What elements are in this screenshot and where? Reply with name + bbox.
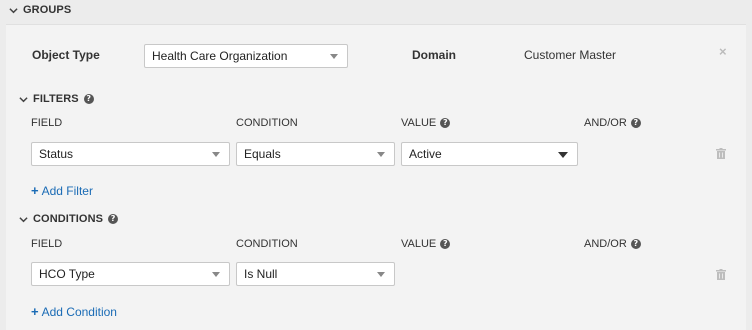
trash-icon[interactable] xyxy=(716,269,726,280)
caret-down-icon xyxy=(330,54,338,59)
filters-col-and-or: AND/OR? xyxy=(584,117,641,129)
filters-col-condition: CONDITION xyxy=(236,117,298,129)
object-type-value: Health Care Organization xyxy=(152,49,288,63)
help-icon[interactable]: ? xyxy=(630,118,641,128)
add-condition-link[interactable]: + Add Condition xyxy=(31,304,117,319)
caret-down-icon xyxy=(212,152,220,157)
col-condition-label: CONDITION xyxy=(236,117,298,129)
help-icon[interactable]: ? xyxy=(630,239,641,249)
add-filter-link[interactable]: + Add Filter xyxy=(31,183,93,198)
filter-value-select[interactable]: Active xyxy=(401,142,578,166)
col-value-label: VALUE xyxy=(401,117,437,129)
condition-condition-value: Is Null xyxy=(244,267,278,281)
condition-field-value: HCO Type xyxy=(39,267,95,281)
domain-value: Customer Master xyxy=(524,48,617,62)
filter-value-value: Active xyxy=(409,147,442,161)
filters-section-toggle[interactable]: FILTERS ? xyxy=(19,93,94,105)
filter-field-select[interactable]: Status xyxy=(31,142,230,166)
chevron-down-icon xyxy=(19,96,28,102)
conditions-col-condition: CONDITION xyxy=(236,238,298,250)
caret-down-icon xyxy=(377,272,385,277)
caret-down-icon xyxy=(377,152,385,157)
add-filter-label: Add Filter xyxy=(41,183,93,198)
filters-col-field: FIELD xyxy=(31,117,62,129)
help-icon[interactable]: ? xyxy=(440,118,451,128)
conditions-section-toggle[interactable]: CONDITIONS ? xyxy=(19,213,119,225)
filter-field-value: Status xyxy=(39,147,74,161)
filters-header: FILTERS xyxy=(33,93,79,105)
filters-col-value: VALUE? xyxy=(401,117,451,129)
help-icon[interactable]: ? xyxy=(83,94,94,104)
condition-field-select[interactable]: HCO Type xyxy=(31,262,230,286)
help-icon[interactable]: ? xyxy=(440,239,451,249)
conditions-col-value: VALUE? xyxy=(401,238,451,250)
caret-down-icon xyxy=(558,152,568,158)
help-icon[interactable]: ? xyxy=(108,214,119,224)
chevron-down-icon xyxy=(19,216,28,222)
trash-icon[interactable] xyxy=(716,148,726,159)
filter-condition-value: Equals xyxy=(244,147,281,161)
col-field-label: FIELD xyxy=(31,238,63,250)
chevron-down-icon xyxy=(9,7,18,13)
caret-down-icon xyxy=(212,272,220,277)
col-and-or-label: AND/OR xyxy=(584,238,627,250)
domain-label: Domain xyxy=(412,48,457,62)
col-field-label: FIELD xyxy=(31,117,63,129)
condition-condition-select[interactable]: Is Null xyxy=(236,262,395,286)
object-type-select[interactable]: Health Care Organization xyxy=(144,44,348,68)
close-icon[interactable]: × xyxy=(719,44,727,59)
filter-condition-select[interactable]: Equals xyxy=(236,142,395,166)
col-condition-label: CONDITION xyxy=(236,238,298,250)
col-and-or-label: AND/OR xyxy=(584,117,627,129)
plus-icon: + xyxy=(31,183,39,198)
plus-icon: + xyxy=(31,304,39,319)
conditions-header: CONDITIONS xyxy=(33,213,104,225)
conditions-col-field: FIELD xyxy=(31,238,62,250)
col-value-label: VALUE xyxy=(401,238,437,250)
add-condition-label: Add Condition xyxy=(41,304,117,319)
conditions-col-and-or: AND/OR? xyxy=(584,238,641,250)
groups-header: GROUPS xyxy=(23,4,72,16)
object-type-label: Object Type xyxy=(32,48,100,62)
groups-section-toggle[interactable]: GROUPS xyxy=(9,4,71,16)
